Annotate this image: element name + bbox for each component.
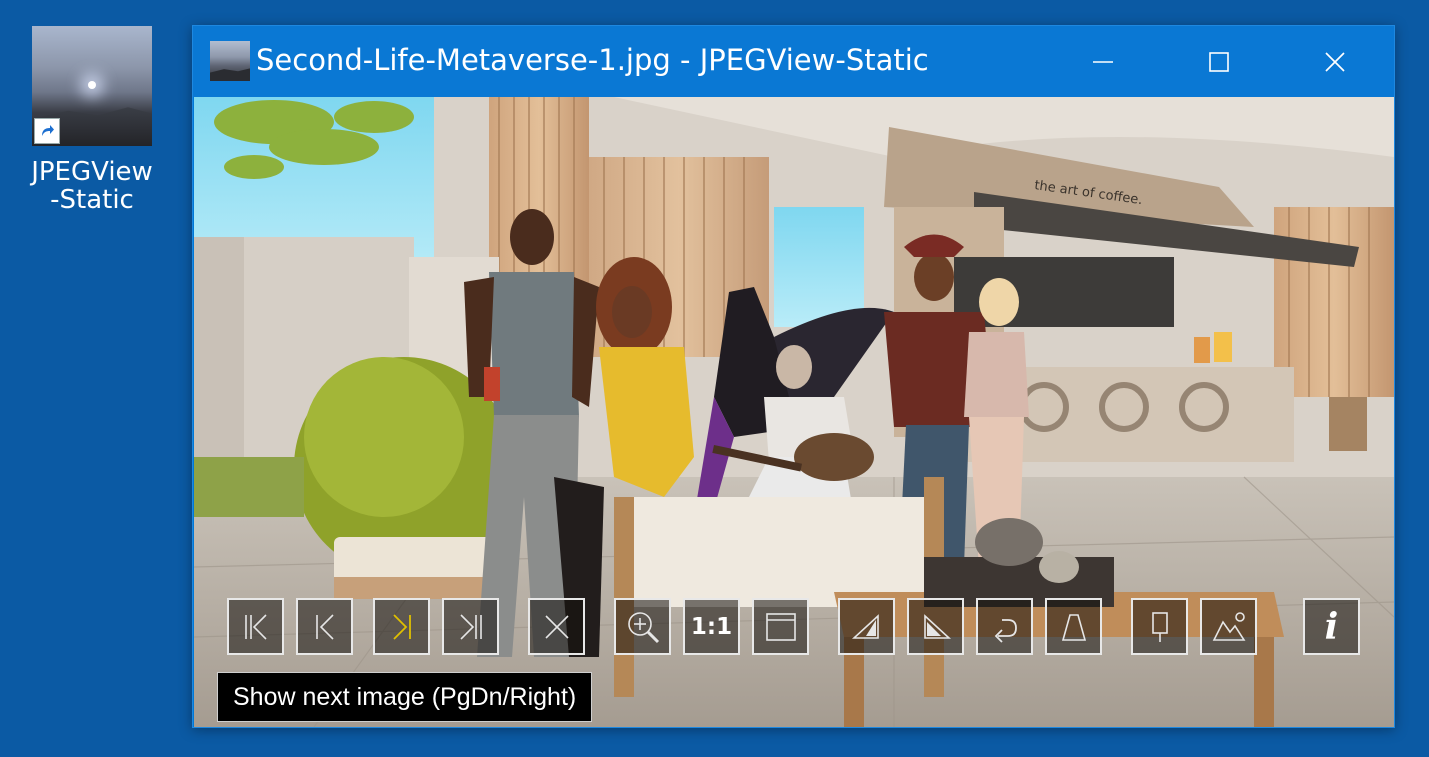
previous-image-button[interactable]: [296, 598, 353, 655]
rotate-right-button[interactable]: [838, 598, 895, 655]
next-icon: [392, 613, 411, 640]
app-icon: [210, 41, 250, 81]
first-image-button[interactable]: [227, 598, 284, 655]
close-button[interactable]: [1277, 26, 1393, 97]
title-bar[interactable]: Second-Life-Metaverse-1.jpg - JPEGView-S…: [193, 26, 1394, 97]
undo-arrow-icon: [994, 618, 1017, 643]
tooltip: Show next image (PgDn/Right): [217, 672, 593, 722]
minimize-icon: [1093, 60, 1113, 63]
image-viewport[interactable]: the art of coffee. 1:1 i Show next image…: [194, 97, 1394, 727]
landscape-icon: [1212, 611, 1245, 641]
zoom-in-icon: [627, 611, 659, 643]
actual-size-label: 1:1: [690, 613, 733, 640]
undo-button[interactable]: [976, 598, 1033, 655]
window-icon: [765, 612, 796, 641]
maximize-icon: [1209, 51, 1229, 72]
cross-icon: [544, 614, 569, 639]
minimize-button[interactable]: [1045, 26, 1161, 97]
rotate-triangle-left-icon: [923, 613, 951, 639]
zoom-button[interactable]: [614, 598, 671, 655]
info-button[interactable]: i: [1303, 598, 1360, 655]
rotate-left-button[interactable]: [907, 598, 964, 655]
app-thumbnail-icon: [32, 26, 152, 146]
maximize-button[interactable]: [1161, 26, 1277, 97]
delete-image-button[interactable]: [528, 598, 585, 655]
close-icon: [1325, 51, 1345, 72]
next-image-button[interactable]: [373, 598, 430, 655]
desktop-shortcut-label: JPEGView -Static: [31, 157, 153, 215]
last-image-button[interactable]: [442, 598, 499, 655]
window-title: Second-Life-Metaverse-1.jpg - JPEGView-S…: [256, 43, 929, 77]
rotate-triangle-icon: [851, 613, 879, 639]
perspective-button[interactable]: [1045, 598, 1102, 655]
skip-to-last-icon: [459, 613, 482, 640]
crop-marker-button[interactable]: [1131, 598, 1188, 655]
marker-icon: [1151, 611, 1168, 642]
actual-size-button[interactable]: 1:1: [683, 598, 740, 655]
trapezoid-icon: [1061, 613, 1086, 641]
fit-window-button[interactable]: [752, 598, 809, 655]
previous-icon: [315, 613, 334, 640]
skip-to-first-icon: [244, 613, 267, 640]
desktop-shortcut-jpegview[interactable]: JPEGView -Static: [22, 26, 162, 214]
landscape-button[interactable]: [1200, 598, 1257, 655]
jpegview-window: Second-Life-Metaverse-1.jpg - JPEGView-S…: [192, 25, 1395, 728]
info-icon: i: [1324, 605, 1339, 648]
shortcut-arrow-icon: [34, 118, 60, 144]
